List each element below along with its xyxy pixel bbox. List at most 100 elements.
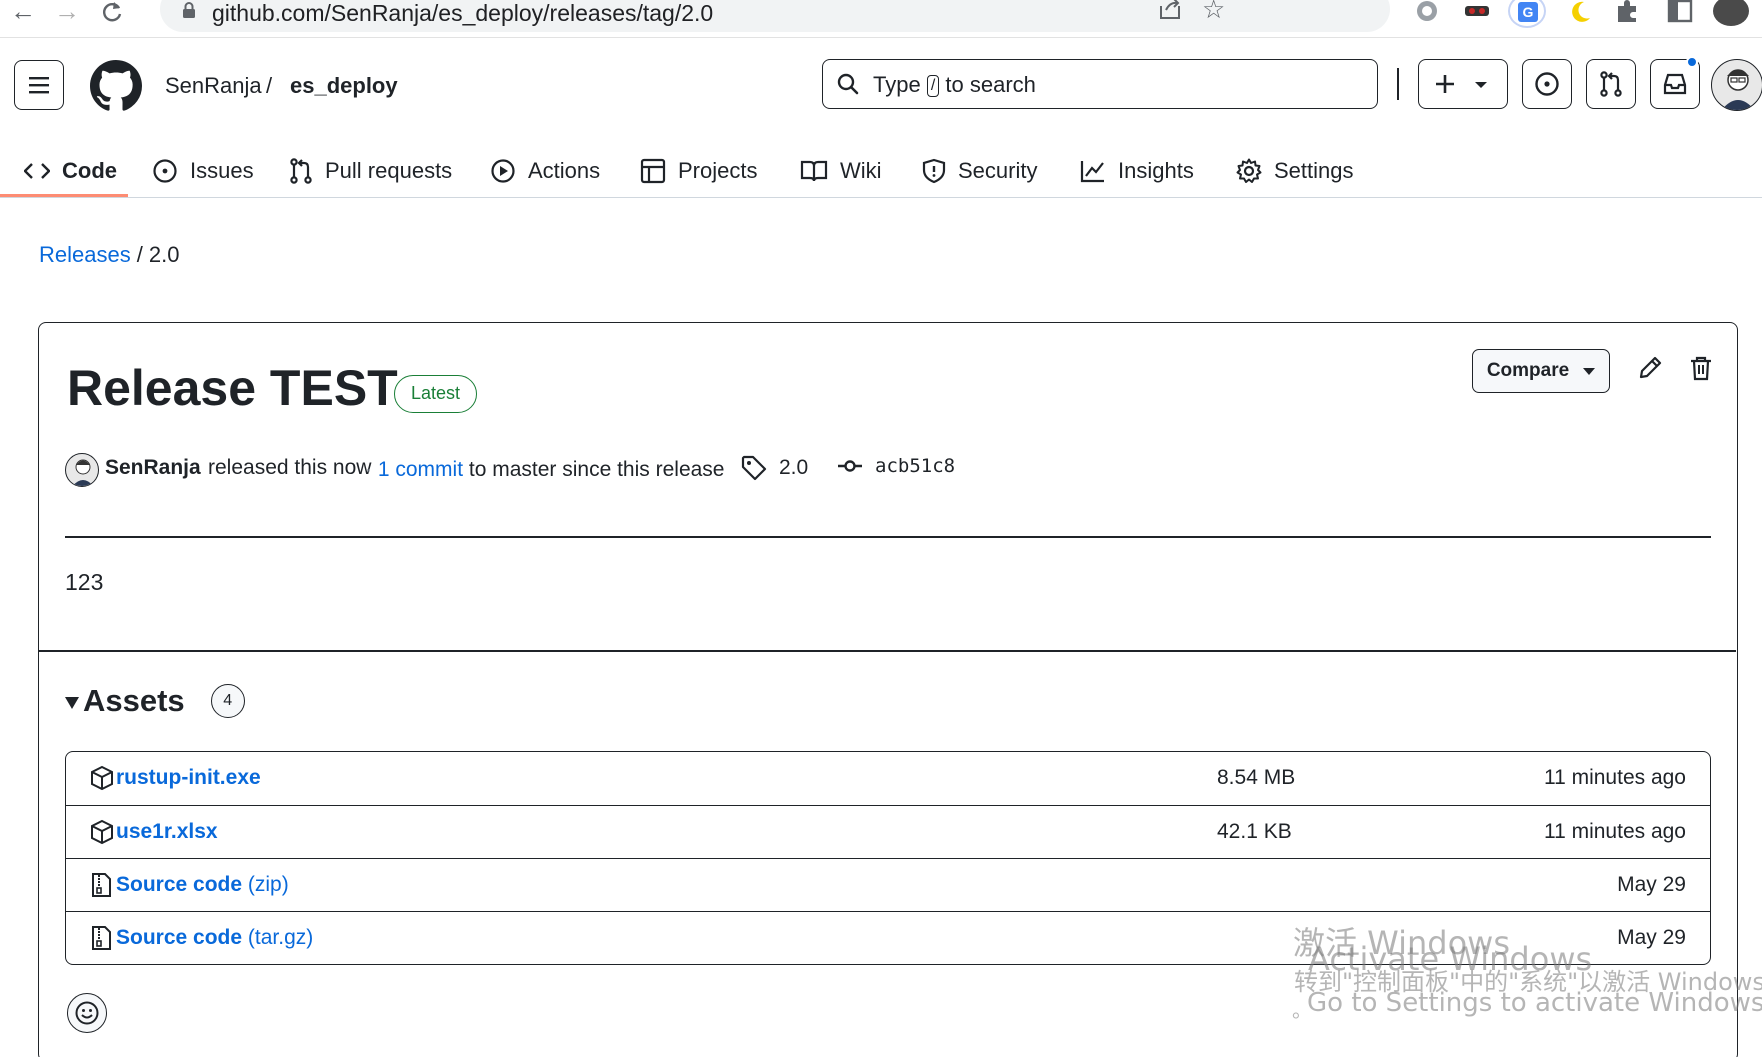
release-tag[interactable]: 2.0: [741, 455, 808, 481]
menu-button[interactable]: [14, 60, 64, 110]
asset-link[interactable]: rustup-init.exe: [116, 766, 261, 790]
extensions-puzzle-icon[interactable]: [1614, 0, 1642, 24]
chevron-down-icon: [1583, 367, 1596, 375]
graph-icon: [1080, 161, 1104, 183]
header-divider: [1397, 68, 1399, 100]
code-icon: [24, 163, 50, 179]
repo-owner-link[interactable]: SenRanja: [165, 73, 262, 99]
asset-link[interactable]: use1r.xlsx: [116, 820, 218, 844]
git-pull-request-icon: [290, 158, 312, 184]
tab-label: Settings: [1274, 158, 1354, 183]
tab-actions[interactable]: Actions: [490, 144, 600, 198]
extension-translate-icon[interactable]: G: [1508, 0, 1546, 28]
address-bar[interactable]: github.com/SenRanja/es_deploy/releases/t…: [160, 0, 1390, 32]
watermark-subtitle-en: Go to Settings to activate Windows.: [1307, 988, 1762, 1018]
side-panel-icon[interactable]: [1666, 0, 1694, 24]
assets-toggle[interactable]: Assets 4: [65, 683, 245, 719]
tab-security[interactable]: Security: [922, 144, 1037, 198]
browser-toolbar: ← → github.com/SenRanja/es_deploy/releas…: [0, 0, 1762, 38]
add-reaction-button[interactable]: [67, 993, 107, 1033]
browser-profile-avatar[interactable]: [1713, 0, 1749, 26]
tab-label: Issues: [190, 158, 254, 183]
breadcrumb-separator: /: [136, 242, 143, 267]
shield-icon: [922, 158, 946, 184]
extension-mask-icon[interactable]: [1463, 0, 1491, 24]
repo-name-link[interactable]: es_deploy: [290, 73, 398, 99]
asset-date: May 29: [1617, 873, 1686, 896]
extension-moon-icon[interactable]: [1566, 0, 1594, 24]
package-icon: [91, 819, 113, 845]
issue-opened-icon: [1535, 72, 1559, 96]
asset-link[interactable]: Source code (zip): [116, 873, 289, 897]
url-text[interactable]: github.com/SenRanja/es_deploy/releases/t…: [212, 0, 713, 27]
issue-opened-icon: [153, 159, 177, 183]
tab-issues[interactable]: Issues: [152, 144, 254, 198]
assets-title: Assets: [83, 683, 185, 718]
search-input[interactable]: Type / to search: [822, 59, 1378, 109]
gear-icon: [1236, 158, 1262, 183]
tab-pull-requests[interactable]: Pull requests: [289, 144, 452, 198]
tab-label: Projects: [678, 158, 758, 183]
releases-link[interactable]: Releases: [39, 242, 131, 267]
git-pull-request-icon: [1600, 71, 1622, 97]
asset-date: 11 minutes ago: [1543, 820, 1686, 843]
pull-requests-button[interactable]: [1586, 59, 1636, 109]
tab-label: Insights: [1118, 158, 1194, 183]
assets-count: 4: [210, 684, 245, 718]
user-avatar[interactable]: [1711, 59, 1762, 111]
package-icon: [91, 765, 113, 791]
asset-link[interactable]: Source code (tar.gz): [116, 926, 313, 950]
file-zip-icon: [92, 926, 111, 950]
forward-icon[interactable]: →: [54, 0, 80, 24]
github-logo-icon[interactable]: [90, 60, 142, 112]
lock-icon: [183, 2, 195, 18]
reload-icon[interactable]: [100, 0, 124, 22]
tag-label: 2.0: [779, 456, 809, 479]
table-icon: [640, 158, 666, 184]
bookmark-star-icon[interactable]: ☆: [1202, 0, 1225, 25]
pencil-icon[interactable]: [1637, 355, 1663, 381]
trash-icon[interactable]: [1689, 355, 1713, 381]
tab-label: Code: [62, 158, 117, 183]
git-commit-icon: [838, 460, 862, 472]
create-new-button[interactable]: [1418, 59, 1508, 109]
asset-row: rustup-init.exe 8.54 MB 11 minutes ago: [66, 752, 1710, 805]
inbox-icon: [1663, 73, 1687, 95]
tab-label: Pull requests: [325, 158, 453, 183]
repo-tabs: Code Issues Pull requests Actions Projec…: [0, 144, 1762, 198]
repo-header: SenRanja / es_deploy Type / to search Co…: [0, 38, 1762, 198]
book-icon: [800, 160, 828, 182]
search-placeholder: Type / to search: [873, 72, 1036, 97]
asset-row: Source code (zip) May 29: [66, 858, 1710, 911]
tab-label: Security: [958, 158, 1038, 183]
tab-wiki[interactable]: Wiki: [800, 144, 882, 198]
tag-icon: [741, 455, 767, 481]
asset-size: 8.54 MB: [1217, 766, 1296, 789]
issues-button[interactable]: [1522, 59, 1572, 109]
release-meta: SenRanja released this now · 1 commit to…: [65, 451, 1265, 491]
watermark-dot: 。: [1292, 998, 1312, 1022]
disclosure-triangle-icon: [65, 697, 79, 709]
back-icon[interactable]: ←: [10, 0, 36, 24]
active-tab-underline: [0, 194, 128, 197]
breadcrumb: Releases/2.0: [39, 242, 179, 268]
tab-code[interactable]: Code: [24, 144, 117, 198]
compare-button[interactable]: Compare: [1472, 349, 1610, 393]
author-link[interactable]: SenRanja: [105, 456, 201, 480]
tab-settings[interactable]: Settings: [1236, 144, 1354, 198]
smiley-icon: [75, 1001, 99, 1025]
asset-size: 42.1 KB: [1217, 820, 1292, 843]
tab-insights[interactable]: Insights: [1080, 144, 1194, 198]
play-icon: [491, 159, 515, 183]
breadcrumb-current: 2.0: [148, 242, 180, 267]
tab-projects[interactable]: Projects: [640, 144, 757, 198]
share-icon[interactable]: [1158, 0, 1182, 20]
latest-badge: Latest: [394, 375, 478, 413]
extension-record-icon[interactable]: [1413, 0, 1441, 24]
search-icon: [837, 73, 859, 95]
compare-label: Compare: [1486, 360, 1570, 381]
author-avatar[interactable]: [65, 453, 99, 487]
release-commit[interactable]: acb51c8: [837, 455, 955, 477]
commit-count-link[interactable]: 1 commit: [378, 458, 463, 481]
avatar-image-icon: [1721, 69, 1755, 110]
